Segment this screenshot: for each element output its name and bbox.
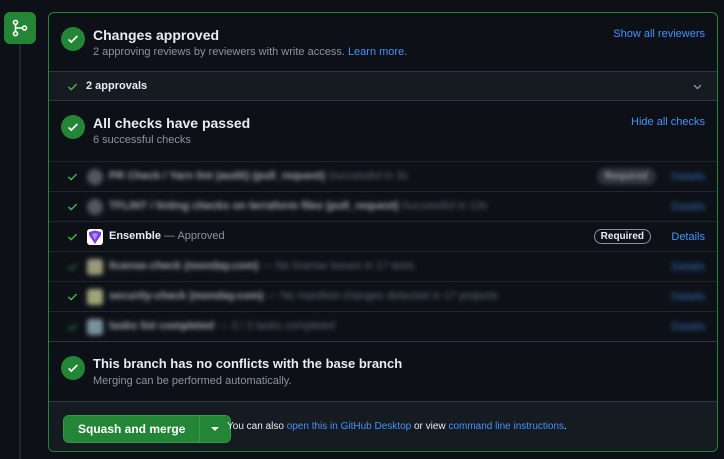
check-circle-icon [61,27,85,51]
merge-options-button[interactable] [199,416,231,442]
check-row: Ensemble — Approved Required Details [49,221,717,251]
check-icon [67,203,78,211]
check-icon [67,173,78,181]
check-icon [67,83,78,91]
check-name: TFLINT / linting checks on terraform fil… [109,200,488,212]
app-icon [87,289,103,305]
check-icon [67,293,78,301]
approvals-toggle[interactable]: 2 approvals [49,71,717,101]
check-row: license-check (monday.com) — No license … [49,251,717,281]
review-title: Changes approved [93,27,220,43]
check-row: security-check (monday.com) — No manifes… [49,281,717,311]
squash-and-merge-button[interactable]: Squash and merge [64,416,200,442]
check-row: PR Check / Yarn lint (audit) (pull_reque… [49,161,717,191]
merge-section: Squash and merge You can also open this … [49,401,717,451]
command-line-instructions-link[interactable]: command line instructions [448,421,564,432]
review-status-section: Changes approved 2 approving reviews by … [49,13,717,71]
check-icon [67,323,78,331]
details-link[interactable]: Details [671,231,705,243]
hide-all-checks-link[interactable]: Hide all checks [631,116,705,128]
required-badge: Required [597,169,655,184]
git-branch-badge [4,12,36,44]
conflicts-subtitle: Merging can be performed automatically. [93,375,292,387]
caret-down-icon [211,427,220,431]
check-name: PR Check / Yarn lint (audit) (pull_reque… [109,170,408,182]
review-subtitle: 2 approving reviews by reviewers with wr… [93,46,408,58]
merge-box: Changes approved 2 approving reviews by … [48,12,718,452]
approvals-label: 2 approvals [86,80,148,92]
check-circle-icon [61,115,85,139]
app-icon [87,319,103,335]
details-link[interactable]: Details [671,201,705,213]
check-icon [67,233,78,241]
checks-subtitle: 6 successful checks [93,134,191,146]
github-actions-icon [87,169,103,185]
conflicts-status-section: This branch has no conflicts with the ba… [49,341,717,402]
check-circle-icon [61,356,85,380]
required-badge: Required [593,229,651,244]
app-icon [87,259,103,275]
details-link[interactable]: Details [671,321,705,333]
ensemble-logo-icon [87,229,103,245]
checks-title: All checks have passed [93,115,251,131]
timeline-line [19,44,21,459]
check-name: license-check (monday.com) — No license … [109,260,415,272]
check-name: tasks list completed — 3 / 3 tasks compl… [109,320,336,332]
check-row: tasks list completed — 3 / 3 tasks compl… [49,311,717,341]
show-all-reviewers-link[interactable]: Show all reviewers [613,28,705,40]
git-branch-icon [12,19,28,37]
merge-button-group: Squash and merge [63,415,232,443]
check-list: PR Check / Yarn lint (audit) (pull_reque… [49,161,717,341]
check-row: TFLINT / linting checks on terraform fil… [49,191,717,221]
merge-help-text: You can also open this in GitHub Desktop… [227,421,567,432]
check-name: security-check (monday.com) — No manifes… [109,290,498,302]
details-link[interactable]: Details [671,291,705,303]
chevron-down-icon[interactable] [692,81,703,92]
details-link[interactable]: Details [671,261,705,273]
open-in-desktop-link[interactable]: open this in GitHub Desktop [287,421,412,432]
checks-status-section: All checks have passed 6 successful chec… [49,101,717,161]
details-link[interactable]: Details [671,171,705,183]
check-name: Ensemble — Approved [109,230,225,242]
learn-more-link[interactable]: Learn more. [348,46,407,58]
github-actions-icon [87,199,103,215]
conflicts-title: This branch has no conflicts with the ba… [93,356,403,371]
check-icon [67,263,78,271]
